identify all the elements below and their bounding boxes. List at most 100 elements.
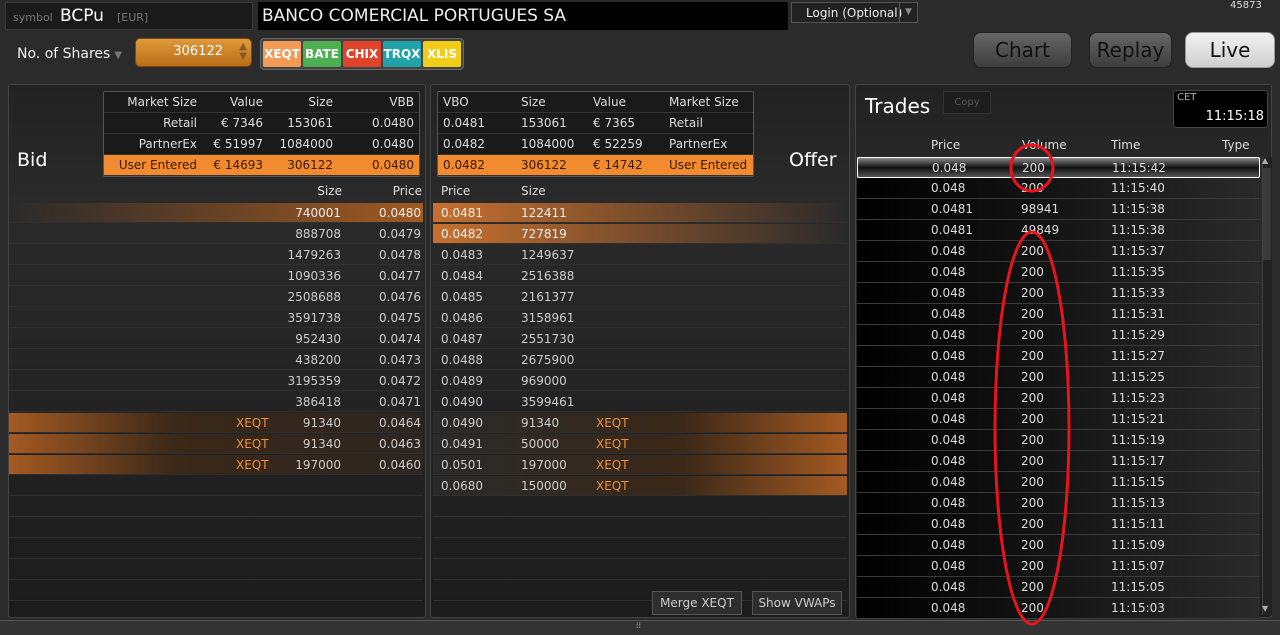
trade-row[interactable]: 0.048 200 11:15:42 — [857, 157, 1260, 178]
summary-header-row: VBO Size Value Market Size — [438, 92, 753, 113]
bid-row[interactable]: XEQT 91340 0.0463 — [9, 434, 423, 454]
venue-toggle-xeqt[interactable]: XEQT — [263, 41, 301, 67]
trade-price: 0.048 — [932, 161, 967, 175]
bid-row-empty — [9, 560, 423, 580]
trade-row[interactable]: 0.048 200 11:15:19 — [857, 430, 1260, 451]
trade-row[interactable]: 0.048 200 11:15:33 — [857, 283, 1260, 304]
bid-row[interactable]: XEQT 197000 0.0460 — [9, 455, 423, 475]
bid-row[interactable]: 2508688 0.0476 — [9, 287, 423, 307]
bid-row[interactable]: 3591738 0.0475 — [9, 308, 423, 328]
trade-price: 0.0481 — [931, 223, 973, 237]
trade-time: 11:15:09 — [1111, 538, 1165, 552]
bottom-splitter[interactable]: ⁞⁞ — [0, 620, 1280, 635]
trade-row[interactable]: 0.0481 49849 11:15:38 — [857, 220, 1260, 241]
summary-cell: 1084000 — [279, 137, 333, 151]
replay-button[interactable]: Replay — [1089, 32, 1172, 68]
trade-row[interactable]: 0.048 200 11:15:29 — [857, 325, 1260, 346]
session-id: 45873 — [1230, 0, 1262, 11]
bid-row[interactable]: 740001 0.0480 — [9, 203, 423, 223]
offer-row[interactable]: 0.0484 2516388 — [433, 266, 847, 286]
trade-row[interactable]: 0.048 200 11:15:17 — [857, 451, 1260, 472]
bid-price: 0.0478 — [379, 248, 421, 262]
summary-cell: 306122 — [521, 158, 567, 172]
trade-row[interactable]: 0.048 200 11:15:07 — [857, 556, 1260, 577]
offer-row[interactable]: 0.0481 122411 — [433, 203, 847, 223]
offer-price: 0.0680 — [441, 479, 483, 493]
trade-row[interactable]: 0.048 200 11:15:05 — [857, 577, 1260, 598]
offer-row[interactable]: 0.0487 2551730 — [433, 329, 847, 349]
login-dropdown[interactable]: Login (Optional) ▼ — [791, 2, 918, 23]
offer-row[interactable]: 0.0490 3599461 — [433, 392, 847, 412]
trade-volume: 200 — [1021, 370, 1044, 384]
trade-row[interactable]: 0.048 200 11:15:35 — [857, 262, 1260, 283]
scrollbar-thumb[interactable] — [1263, 168, 1271, 260]
trade-row[interactable]: 0.048 200 11:15:15 — [857, 472, 1260, 493]
login-label: Login (Optional) — [806, 6, 903, 20]
symbol-field[interactable]: symbol BCPu [EUR] — [5, 2, 253, 30]
trade-row[interactable]: 0.048 200 11:15:09 — [857, 535, 1260, 556]
shares-input[interactable]: 306122 ▲ ▼ — [135, 38, 252, 67]
trade-row[interactable]: 0.048 200 11:15:40 — [857, 178, 1260, 199]
bid-row[interactable]: 386418 0.0471 — [9, 392, 423, 412]
trade-row[interactable]: 0.048 200 11:15:13 — [857, 493, 1260, 514]
bid-row[interactable]: 952430 0.0474 — [9, 329, 423, 349]
offer-row[interactable]: 0.0491 50000 XEQT — [433, 434, 847, 454]
trade-row[interactable]: 0.048 200 11:15:03 — [857, 598, 1260, 619]
trade-time: 11:15:13 — [1111, 496, 1165, 510]
venue-toggle-trqx[interactable]: TRQX — [383, 41, 421, 67]
offer-row[interactable]: 0.0482 727819 — [433, 224, 847, 244]
copy-button[interactable]: Copy — [943, 91, 991, 114]
bid-row[interactable]: XEQT 91340 0.0464 — [9, 413, 423, 433]
offer-price-header: Price — [441, 184, 471, 198]
venue-toggle-bate[interactable]: BATE — [303, 41, 341, 67]
bid-row[interactable]: 888708 0.0479 — [9, 224, 423, 244]
bid-row[interactable]: 1479263 0.0478 — [9, 245, 423, 265]
trade-row[interactable]: 0.048 200 11:15:25 — [857, 367, 1260, 388]
trade-time: 11:15:38 — [1111, 223, 1165, 237]
offer-row[interactable]: 0.0486 3158961 — [433, 308, 847, 328]
bid-price: 0.0477 — [379, 269, 421, 283]
bid-row[interactable]: 3195359 0.0472 — [9, 371, 423, 391]
venue-toggle-chix[interactable]: CHIX — [343, 41, 381, 67]
merge-xeqt-button[interactable]: Merge XEQT — [652, 591, 742, 615]
trade-price: 0.048 — [931, 580, 966, 594]
bid-row[interactable]: 1090336 0.0477 — [9, 266, 423, 286]
bid-summary-table: Market Size Value Size VBB Retail € 7346 15306… — [103, 91, 420, 177]
scroll-down-icon[interactable]: ▼ — [1262, 604, 1268, 613]
trade-row[interactable]: 0.0481 98941 11:15:38 — [857, 199, 1260, 220]
trade-time: 11:15:35 — [1111, 265, 1165, 279]
offer-row[interactable]: 0.0501 197000 XEQT — [433, 455, 847, 475]
summary-cell: 0.0481 — [443, 116, 485, 130]
offer-price: 0.0491 — [441, 437, 483, 451]
trade-row[interactable]: 0.048 200 11:15:11 — [857, 514, 1260, 535]
grip-icon[interactable]: ⁞⁞ — [636, 621, 641, 630]
offer-row[interactable]: 0.0490 91340 XEQT — [433, 413, 847, 433]
offer-row[interactable]: 0.0485 2161377 — [433, 287, 847, 307]
chart-button[interactable]: Chart — [973, 32, 1072, 68]
offer-row[interactable]: 0.0489 969000 — [433, 371, 847, 391]
trade-price: 0.048 — [931, 328, 966, 342]
bid-size: 91340 — [302, 416, 341, 430]
offer-size: 50000 — [521, 437, 560, 451]
summary-cell: € 14693 — [213, 158, 263, 172]
bid-size: 197000 — [295, 458, 341, 472]
bid-price: 0.0480 — [379, 206, 421, 220]
shares-selector[interactable]: No. of Shares ▼ — [17, 46, 122, 62]
show-vwaps-button[interactable]: Show VWAPs — [752, 591, 842, 615]
venue-toggle-xlis[interactable]: XLIS — [423, 41, 461, 67]
chevron-down-icon[interactable]: ▼ — [899, 3, 917, 22]
bid-row[interactable]: 438200 0.0473 — [9, 350, 423, 370]
timezone-label: CET — [1177, 92, 1197, 103]
trade-row[interactable]: 0.048 200 11:15:31 — [857, 304, 1260, 325]
scroll-up-icon[interactable]: ▲ — [1262, 156, 1268, 165]
trade-row[interactable]: 0.048 200 11:15:23 — [857, 388, 1260, 409]
offer-row[interactable]: 0.0483 1249637 — [433, 245, 847, 265]
offer-price: 0.0481 — [441, 206, 483, 220]
offer-row[interactable]: 0.0488 2675900 — [433, 350, 847, 370]
offer-row[interactable]: 0.0680 150000 XEQT — [433, 476, 847, 496]
trade-row[interactable]: 0.048 200 11:15:21 — [857, 409, 1260, 430]
trade-row[interactable]: 0.048 200 11:15:27 — [857, 346, 1260, 367]
trade-row[interactable]: 0.048 200 11:15:37 — [857, 241, 1260, 262]
spinner-arrows-icon[interactable]: ▲ ▼ — [239, 42, 247, 62]
live-button[interactable]: Live — [1185, 32, 1275, 68]
